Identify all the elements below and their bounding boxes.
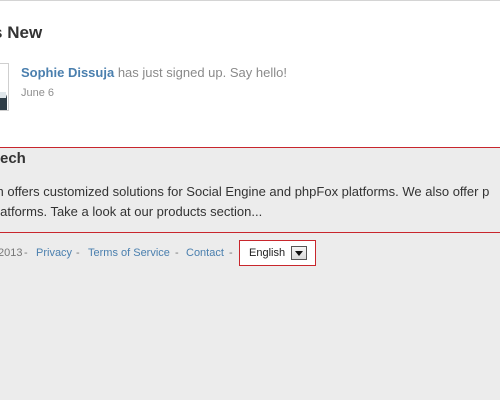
company-description-line-1: ch offers customized solutions for Socia… (0, 184, 490, 199)
language-selected-value: English (249, 247, 286, 259)
copyright-text: 2013 (0, 247, 23, 259)
whats-new-title: 's New (0, 23, 43, 42)
company-description-line-2: platforms. Take a look at our products s… (0, 204, 263, 219)
company-section: tech ch offers customized solutions for … (0, 147, 500, 233)
footer-separator: - (24, 247, 28, 259)
company-description: ch offers customized solutions for Socia… (0, 182, 500, 222)
feed-date: June 6 (21, 87, 55, 99)
footer-separator: - (76, 247, 80, 259)
footer-separator: - (229, 247, 233, 259)
footer: 2013 - Privacy - Terms of Service - Cont… (0, 240, 500, 270)
feed-item: Sophie Dissuja has just signed up. Say h… (21, 65, 287, 80)
footer-separator: - (175, 247, 179, 259)
chevron-down-icon (295, 251, 303, 256)
company-title: tech (0, 150, 26, 167)
avatar-collar-shape (0, 92, 6, 98)
language-dropdown-button[interactable] (291, 246, 307, 260)
feed-user-link[interactable]: Sophie Dissuja (21, 65, 114, 80)
contact-link[interactable]: Contact (186, 247, 224, 259)
avatar[interactable] (0, 63, 9, 111)
language-select[interactable]: English (239, 240, 316, 266)
privacy-link[interactable]: Privacy (36, 247, 72, 259)
feed-action-text: has just signed up. Say hello! (117, 65, 287, 80)
terms-of-service-link[interactable]: Terms of Service (88, 247, 170, 259)
whats-new-panel: 's New Sophie Dissuja has just signed up… (0, 0, 500, 147)
page: 's New Sophie Dissuja has just signed up… (0, 0, 500, 400)
